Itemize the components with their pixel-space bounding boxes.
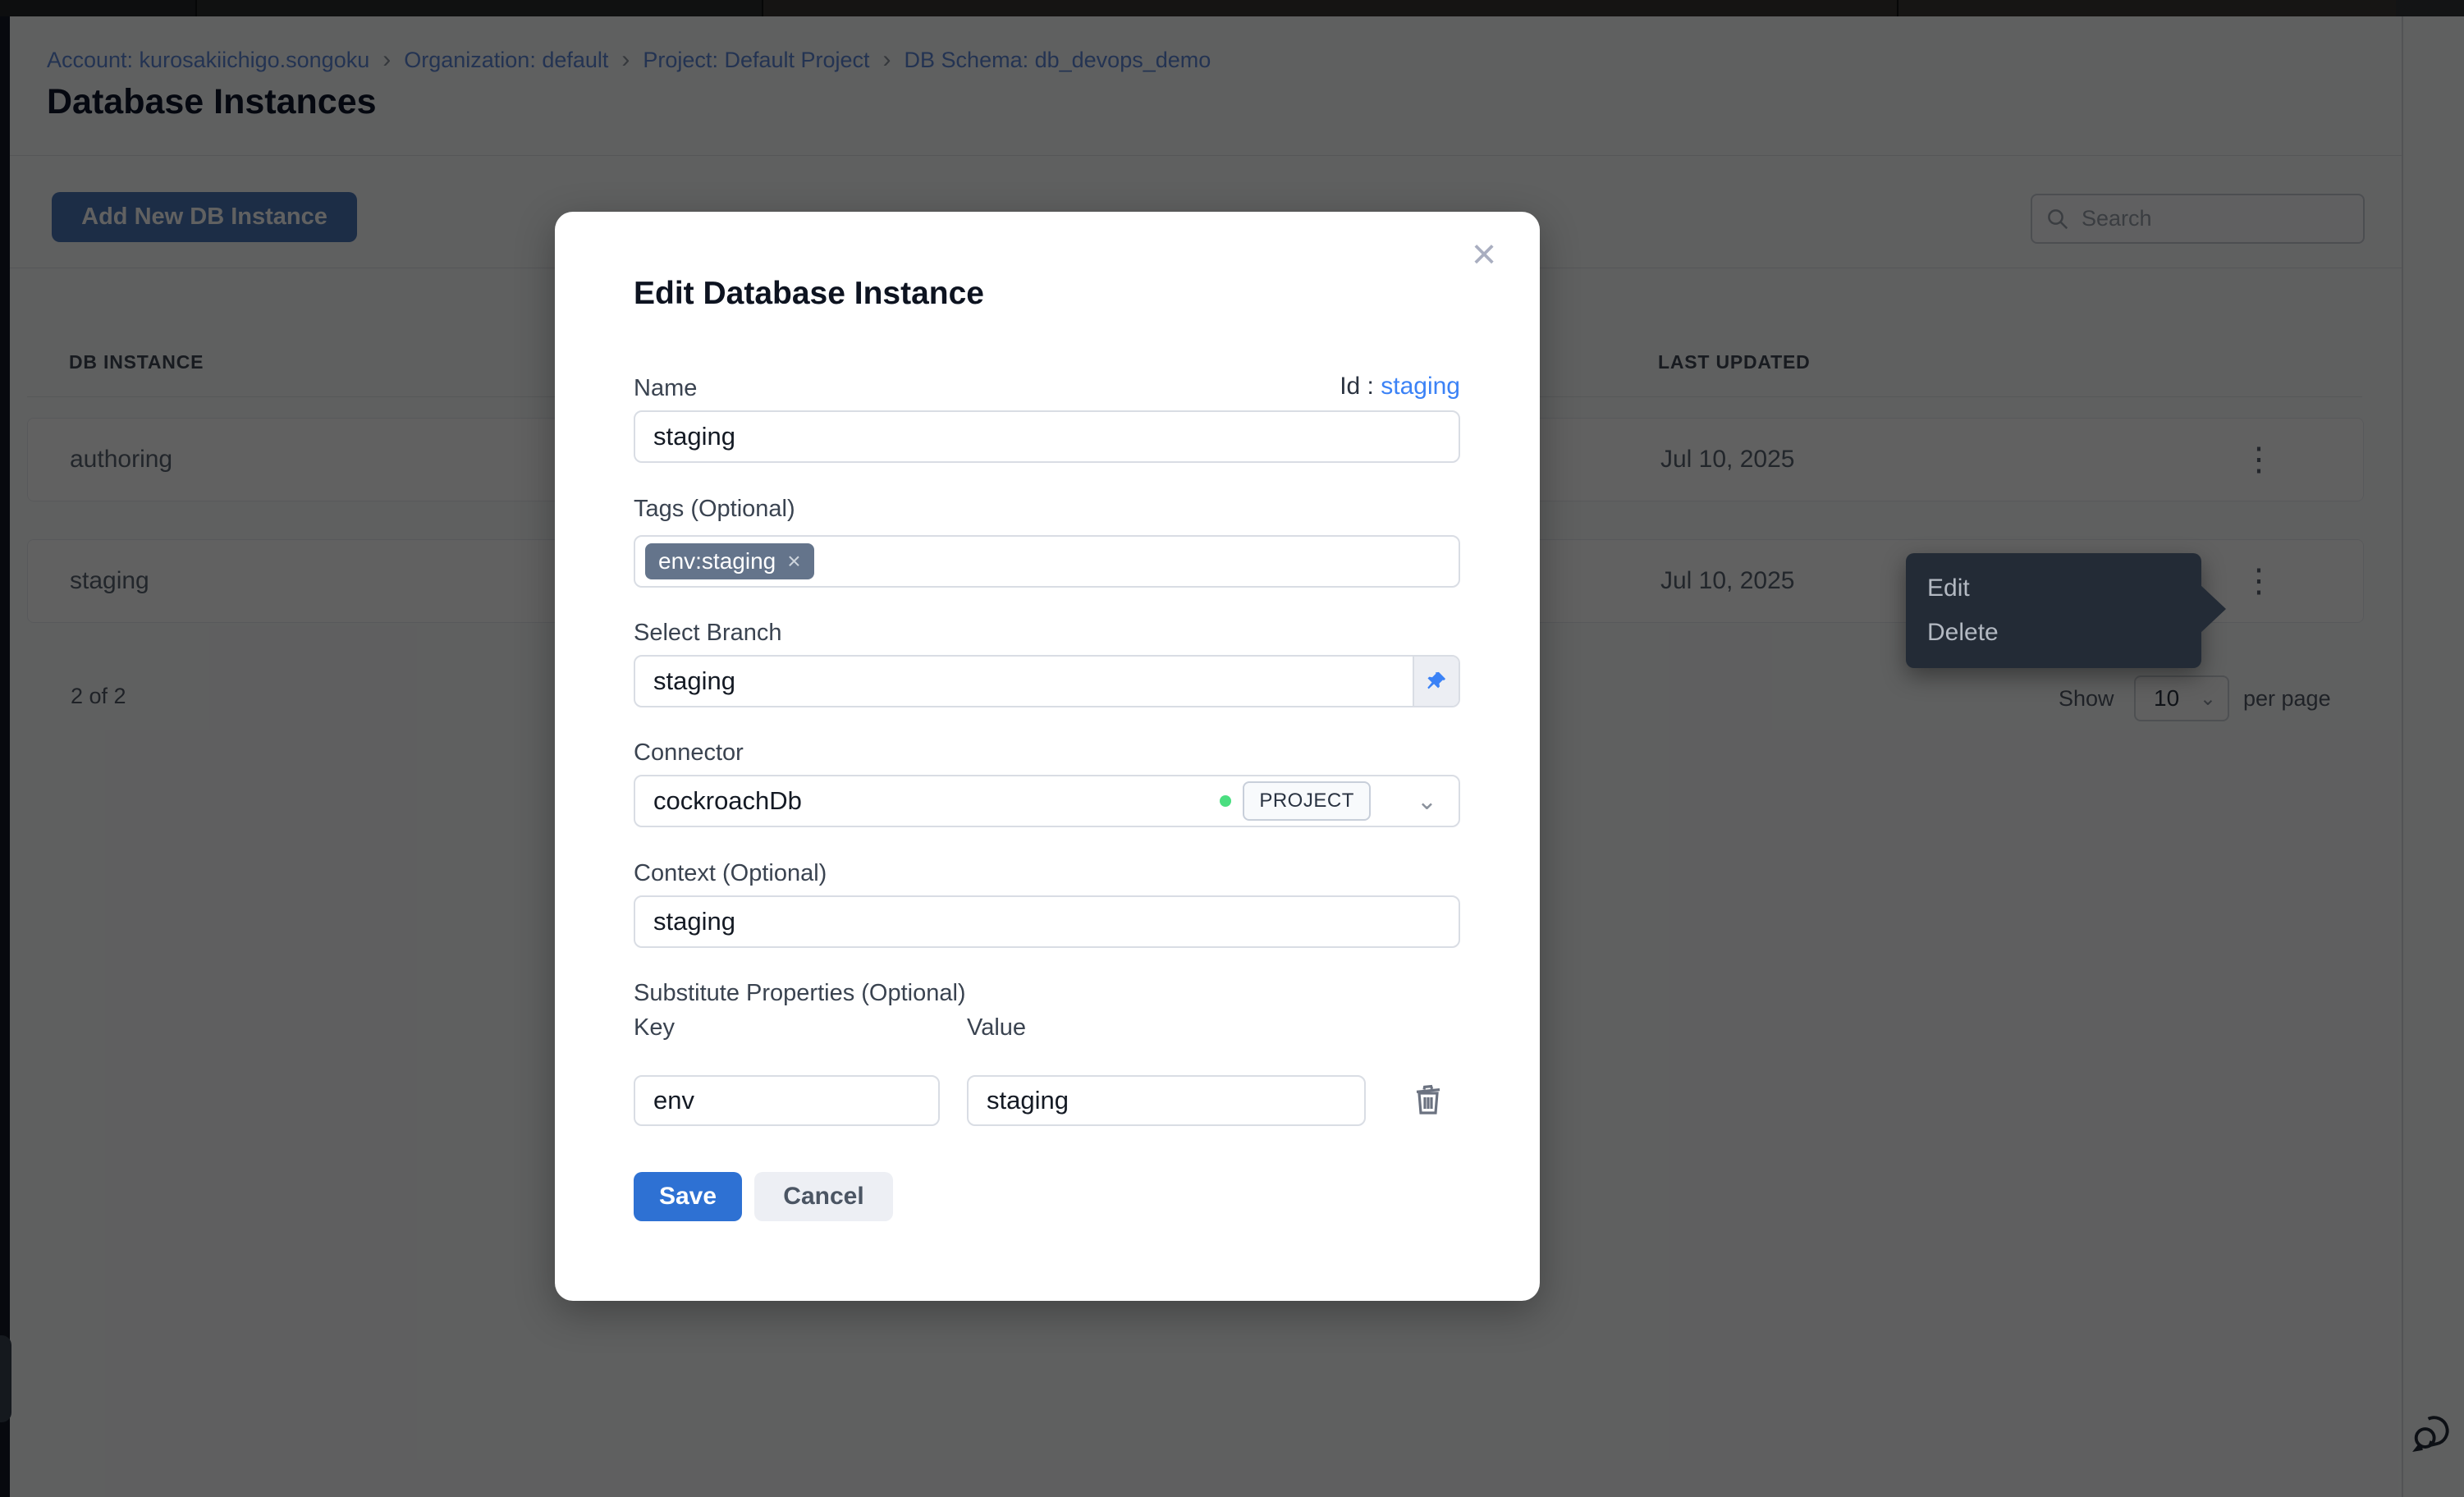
- connector-scope-badge: PROJECT: [1243, 781, 1371, 821]
- name-input[interactable]: [634, 410, 1460, 463]
- connector-label: Connector: [634, 739, 744, 767]
- substitute-properties-label: Substitute Properties (Optional): [634, 980, 966, 1007]
- delete-property-button[interactable]: [1408, 1080, 1448, 1119]
- connector-value: cockroachDb: [653, 786, 1220, 816]
- edit-db-instance-modal: × Edit Database Instance Name Id : stagi…: [555, 212, 1540, 1301]
- context-menu-arrow: [2200, 584, 2226, 634]
- tag-chip: env:staging ×: [645, 543, 814, 579]
- connector-select[interactable]: cockroachDb PROJECT ⌄: [634, 775, 1460, 827]
- id-label: Id :: [1340, 373, 1374, 400]
- id-value-link[interactable]: staging: [1381, 373, 1460, 400]
- branch-label: Select Branch: [634, 620, 782, 647]
- chevron-down-icon: ⌄: [1417, 787, 1437, 816]
- pin-branch-button[interactable]: [1413, 657, 1459, 706]
- context-menu-item-edit[interactable]: Edit: [1906, 570, 2201, 607]
- property-key-input[interactable]: [634, 1075, 940, 1126]
- save-button[interactable]: Save: [634, 1172, 742, 1221]
- remove-tag-icon[interactable]: ×: [787, 548, 800, 575]
- pin-icon: [1425, 670, 1448, 693]
- context-label: Context (Optional): [634, 860, 827, 887]
- context-input[interactable]: [634, 895, 1460, 948]
- tag-chip-label: env:staging: [658, 548, 776, 575]
- context-menu-item-delete[interactable]: Delete: [1906, 614, 2201, 652]
- name-label: Name: [634, 375, 697, 402]
- cancel-button[interactable]: Cancel: [754, 1172, 893, 1221]
- tags-input[interactable]: env:staging ×: [634, 535, 1460, 588]
- trash-icon: [1408, 1080, 1448, 1119]
- key-label: Key: [634, 1014, 675, 1041]
- app-root: Account: kurosakiichigo.songoku › Organi…: [0, 0, 2464, 1497]
- branch-input[interactable]: [635, 657, 1413, 706]
- modal-title: Edit Database Instance: [634, 276, 984, 312]
- branch-field: [634, 655, 1460, 707]
- tags-label: Tags (Optional): [634, 496, 795, 523]
- property-value-input[interactable]: [967, 1075, 1366, 1126]
- close-icon[interactable]: ×: [1461, 231, 1507, 277]
- row-context-menu: Edit Delete: [1906, 553, 2201, 668]
- value-label: Value: [967, 1014, 1026, 1041]
- connector-status-dot: [1220, 795, 1231, 807]
- instance-id: Id : staging: [1340, 373, 1460, 401]
